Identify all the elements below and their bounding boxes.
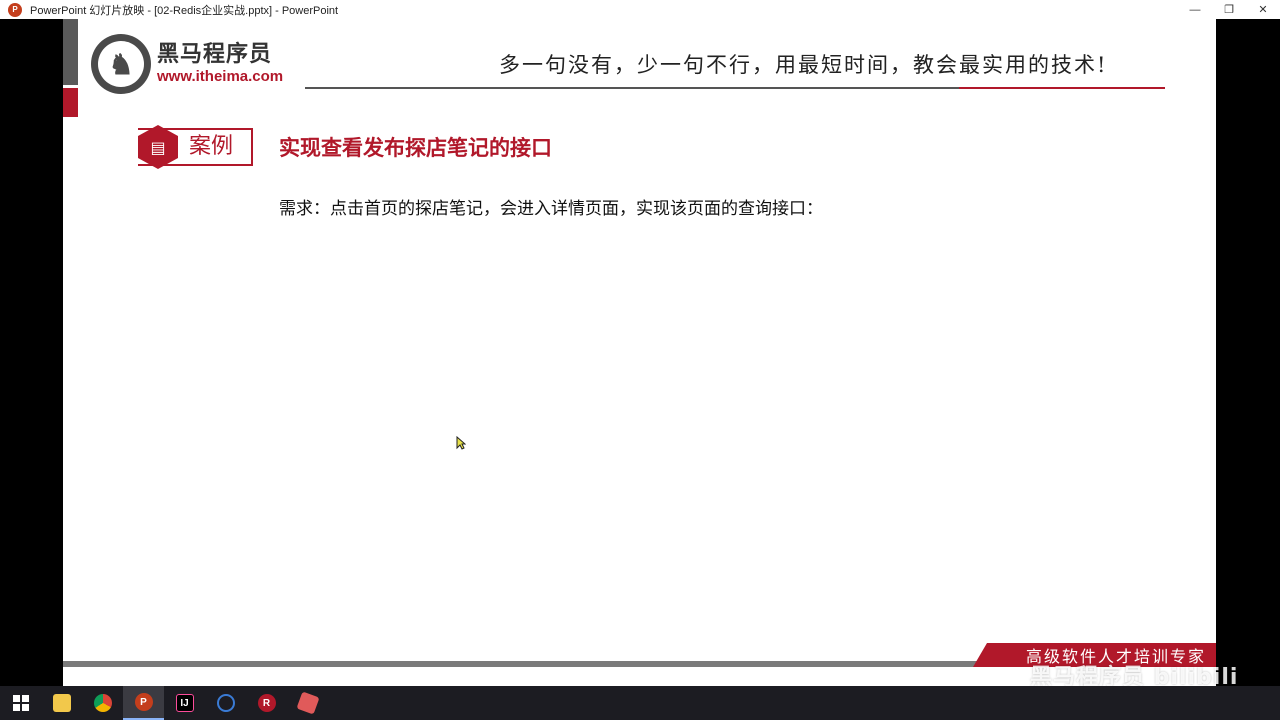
mouse-cursor-icon bbox=[456, 436, 466, 450]
horse-logo-icon: ♞ bbox=[91, 34, 151, 94]
taskbar-redis-desktop[interactable]: R bbox=[246, 686, 287, 720]
taskbar-powerpoint[interactable]: P bbox=[123, 686, 164, 720]
decor-bar-gray bbox=[63, 19, 78, 85]
windows-start-button[interactable] bbox=[0, 686, 41, 720]
slogan: 多一句没有，少一句不行，用最短时间，教会最实用的技术! bbox=[499, 53, 1108, 77]
taskbar-file-explorer[interactable] bbox=[41, 686, 82, 720]
window-controls: — ❐ ✕ bbox=[1178, 0, 1280, 19]
taskbar-chrome[interactable] bbox=[82, 686, 123, 720]
taskbar-intellij[interactable]: IJ bbox=[164, 686, 205, 720]
case-label: 案例 bbox=[189, 134, 234, 159]
folder-icon bbox=[52, 694, 71, 712]
app-icon bbox=[216, 694, 235, 712]
restore-button[interactable]: ❐ bbox=[1212, 0, 1246, 19]
logo-name: 黑马程序员 bbox=[157, 42, 273, 67]
close-button[interactable]: ✕ bbox=[1246, 0, 1280, 19]
requirement-text: 需求：点击首页的探店笔记，会进入详情页面，实现该页面的查询接口： bbox=[279, 199, 823, 219]
minimize-button[interactable]: — bbox=[1178, 0, 1212, 19]
decor-bar-red bbox=[63, 88, 78, 117]
slide-title: 实现查看发布探店笔记的接口 bbox=[279, 136, 552, 160]
taskbar-browser-app[interactable] bbox=[205, 686, 246, 720]
intellij-icon: IJ bbox=[175, 694, 194, 712]
redis-icon: R bbox=[257, 694, 276, 712]
chrome-icon bbox=[93, 694, 112, 712]
taskbar: P IJ R bbox=[0, 686, 1280, 720]
slide[interactable]: ♞ 黑马程序员 www.itheima.com 多一句没有，少一句不行，用最短时… bbox=[63, 19, 1216, 686]
slideshow-stage[interactable]: ♞ 黑马程序员 www.itheima.com 多一句没有，少一句不行，用最短时… bbox=[0, 19, 1280, 690]
windows-logo-icon bbox=[12, 695, 29, 711]
window-title: PowerPoint 幻灯片放映 - [02-Redis企业实战.pptx] -… bbox=[30, 4, 339, 17]
app-icon bbox=[295, 691, 320, 715]
window-title-bar: P PowerPoint 幻灯片放映 - [02-Redis企业实战.pptx]… bbox=[0, 0, 1280, 19]
slogan-underline-accent bbox=[959, 87, 1165, 89]
powerpoint-app-icon: P bbox=[8, 2, 22, 17]
brand-logo: ♞ 黑马程序员 www.itheima.com bbox=[91, 34, 283, 94]
logo-url: www.itheima.com bbox=[157, 68, 284, 85]
taskbar-other-app[interactable] bbox=[287, 686, 328, 720]
powerpoint-icon: P bbox=[134, 693, 153, 711]
